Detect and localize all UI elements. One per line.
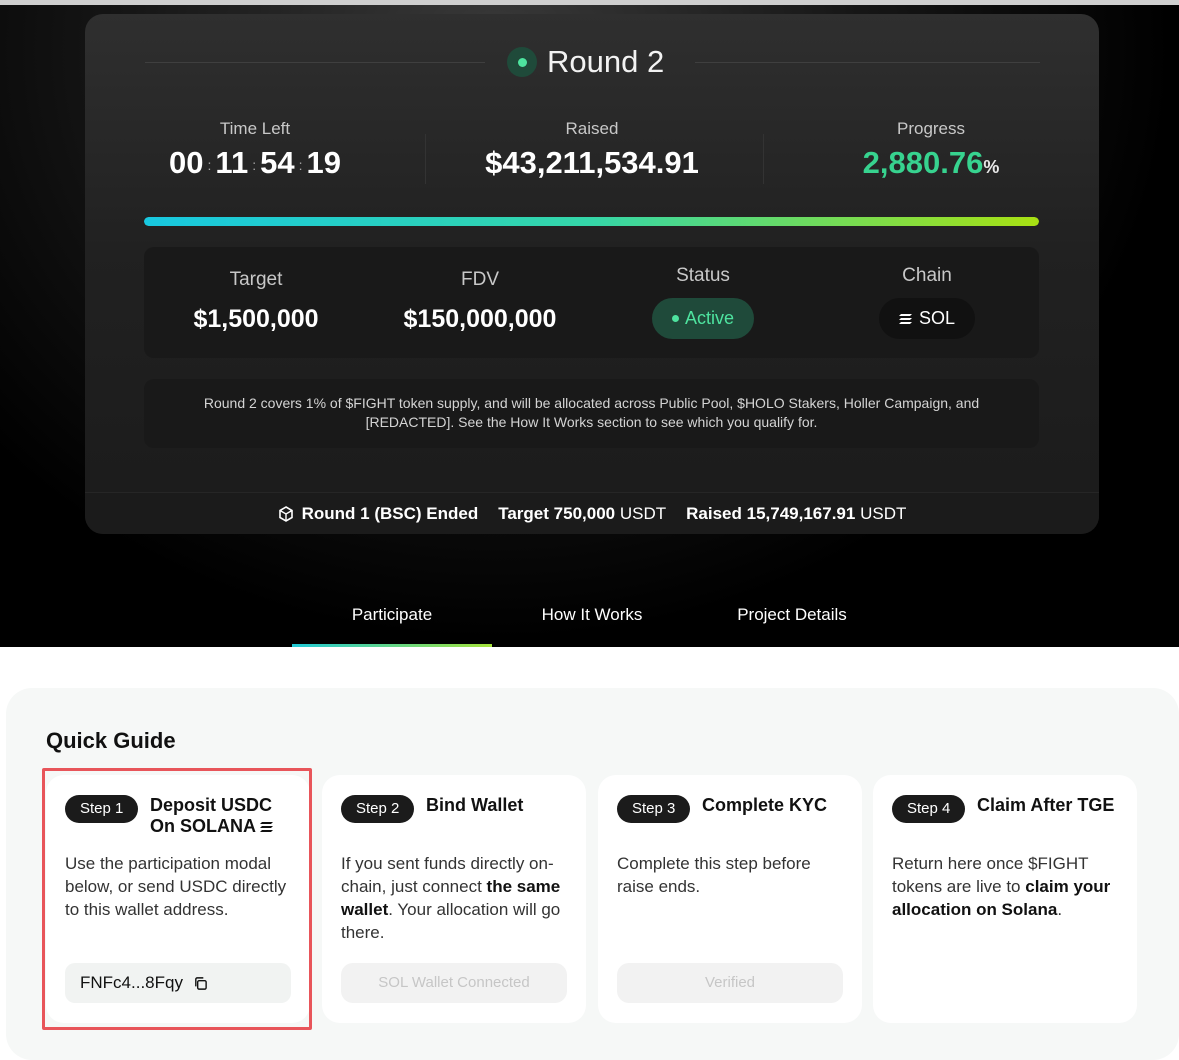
timer-minutes: 54	[260, 145, 295, 180]
chain-cell: Chain SOL	[859, 265, 995, 339]
progress-bar	[144, 217, 1039, 226]
previous-target-label: Target	[498, 503, 549, 523]
step-title: Complete KYC	[702, 795, 828, 815]
progress-unit: %	[983, 157, 1000, 177]
step-title-text: Deposit USDC On SOLANA	[150, 795, 273, 836]
stat-divider	[763, 134, 764, 184]
step-card-2: Step 2 Bind Wallet If you sent funds dir…	[322, 775, 586, 1023]
round-description: Round 2 covers 1% of $FIGHT token supply…	[144, 379, 1039, 448]
previous-round-status: Round 1 (BSC) Ended	[278, 503, 479, 524]
sol-wallet-connected-button[interactable]: SOL Wallet Connected	[341, 963, 567, 1003]
step-body-text: .	[1057, 900, 1063, 919]
previous-round-raised: Raised 15,749,167.91 USDT	[686, 504, 906, 524]
step-body: Complete this step before raise ends.	[617, 854, 811, 896]
tab-participate[interactable]: Participate	[292, 590, 492, 647]
top-strip	[0, 0, 1179, 5]
raised-label: Raised	[565, 119, 619, 138]
round-info-panel: Target $1,500,000 FDV $150,000,000 Statu…	[144, 247, 1039, 358]
target-label: Target	[229, 269, 283, 290]
raised-value: $43,211,534.91	[485, 145, 699, 180]
progress-bar-fill	[144, 217, 1039, 226]
previous-round-summary: Round 1 (BSC) Ended Target 750,000 USDT …	[85, 492, 1099, 534]
step-title: Deposit USDC On SOLANA	[150, 795, 300, 837]
tab-project-details-label: Project Details	[737, 605, 847, 624]
previous-raised-unit: USDT	[860, 503, 907, 523]
previous-round-label: Round 1 (BSC) Ended	[301, 503, 479, 523]
status-value: Active	[684, 308, 735, 328]
timer-seconds: 19	[306, 145, 341, 180]
previous-raised-label: Raised	[686, 503, 742, 523]
round-title: Round 2	[547, 44, 665, 79]
step-badge: Step 3	[617, 795, 691, 823]
step-body: If you sent funds directly on-chain, jus…	[341, 852, 573, 944]
chain-label: Chain	[902, 265, 952, 286]
status-cell: Status Active	[634, 265, 772, 339]
step-card-4: Step 4 Claim After TGE Return here once …	[873, 775, 1137, 1023]
header-divider-right	[695, 62, 1040, 63]
tab-how-it-works[interactable]: How It Works	[492, 590, 692, 647]
live-dot-icon	[507, 47, 537, 77]
fdv-value: $150,000,000	[403, 305, 557, 333]
wallet-address: FNFc4...8Fqy	[80, 973, 183, 992]
fdv-cell: FDV $150,000,000	[380, 269, 580, 334]
step-badge: Step 1	[65, 795, 139, 823]
step-title: Bind Wallet	[426, 795, 524, 815]
header-divider-left	[145, 62, 485, 63]
timer-hours: 11	[215, 145, 249, 180]
verified-button[interactable]: Verified	[617, 963, 843, 1003]
bsc-cube-icon	[278, 505, 293, 522]
section-tabs: Participate How It Works Project Details	[292, 590, 892, 647]
copy-icon[interactable]	[193, 976, 208, 991]
quick-guide-title: Quick Guide	[46, 728, 176, 753]
countdown-timer: 00: 11: 54: 19	[169, 145, 341, 180]
step-card-1: Step 1 Deposit USDC On SOLANA Use the pa…	[46, 775, 310, 1023]
tab-project-details[interactable]: Project Details	[692, 590, 892, 647]
tab-participate-label: Participate	[351, 605, 433, 624]
target-value: $1,500,000	[193, 305, 319, 333]
round-card: Round 2 Time Left 00: 11: 54: 19 Raised …	[85, 14, 1099, 534]
step-body: Return here once $FIGHT tokens are live …	[892, 852, 1124, 921]
progress-stat: Progress 2,880.76%	[831, 119, 1031, 181]
step-badge: Step 2	[341, 795, 415, 823]
progress-label: Progress	[896, 119, 966, 138]
progress-value: 2,880.76%	[831, 145, 1031, 181]
solana-icon	[898, 313, 912, 324]
time-left-stat: Time Left 00: 11: 54: 19	[155, 119, 355, 181]
active-tab-indicator	[292, 644, 492, 647]
round-header: Round 2	[145, 44, 1040, 80]
previous-target-value: 750,000	[553, 503, 616, 523]
time-left-label: Time Left	[219, 119, 291, 138]
round-title-group: Round 2	[507, 44, 664, 80]
status-dot-icon	[671, 315, 679, 322]
solana-icon	[260, 822, 274, 833]
previous-target-unit: USDT	[619, 503, 667, 523]
target-cell: Target $1,500,000	[164, 269, 348, 334]
step-body: Use the participation modal below, or se…	[65, 854, 287, 919]
wallet-address-copy[interactable]: FNFc4...8Fqy	[65, 963, 291, 1003]
chain-value: SOL	[918, 308, 956, 328]
status-label: Status	[676, 265, 730, 286]
status-badge: Active	[651, 298, 755, 339]
step-badge: Step 4	[892, 795, 966, 823]
previous-round-target: Target 750,000 USDT	[498, 504, 666, 524]
stat-divider	[425, 134, 426, 184]
previous-raised-value: 15,749,167.91	[746, 503, 856, 523]
timer-days: 00	[169, 145, 204, 180]
step-title: Claim After TGE	[977, 795, 1115, 815]
progress-number: 2,880.76	[862, 145, 984, 180]
raised-stat: Raised $43,211,534.91	[462, 119, 722, 181]
tab-how-it-works-label: How It Works	[541, 605, 643, 624]
fdv-label: FDV	[461, 269, 499, 290]
chain-badge: SOL	[878, 298, 976, 339]
step-card-3: Step 3 Complete KYC Complete this step b…	[598, 775, 862, 1023]
